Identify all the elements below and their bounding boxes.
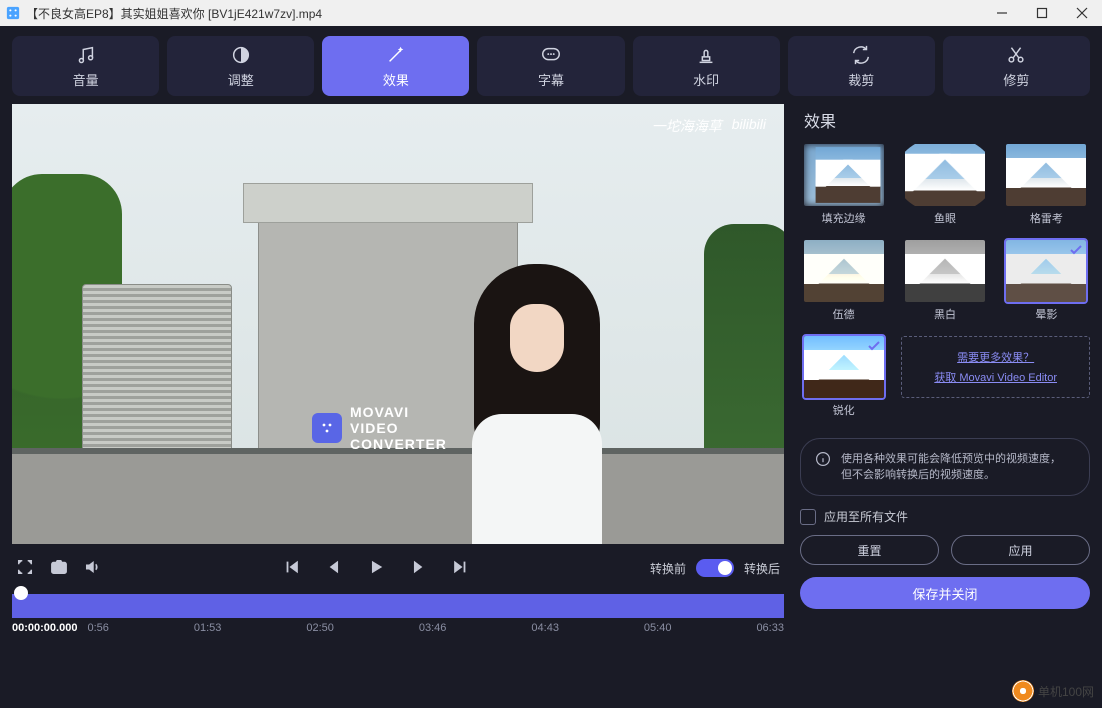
- tab-volume-label: 音量: [73, 70, 99, 89]
- minimize-button[interactable]: [982, 0, 1022, 26]
- video-attribution: 一坨海海草bilibili: [652, 116, 766, 136]
- tab-effects-label: 效果: [383, 70, 409, 89]
- close-button[interactable]: [1062, 0, 1102, 26]
- rotate-crop-icon: [850, 44, 872, 66]
- app-watermark: MOVAVIVIDEOCONVERTER: [312, 404, 447, 452]
- save-close-button[interactable]: 保存并关闭: [800, 577, 1090, 609]
- effects-grid: 填充边缘 鱼眼 格雷考 伍德 黑白 晕影 锐化 需要更多效果？ 获取 Movav…: [800, 144, 1090, 418]
- mute-button[interactable]: [84, 558, 102, 579]
- timeline[interactable]: 00:00:00.000 0:56 01:53 02:50 03:46 04:4…: [12, 590, 784, 634]
- contrast-icon: [230, 44, 252, 66]
- tab-watermark[interactable]: 水印: [633, 36, 780, 96]
- step-forward-button[interactable]: [409, 558, 427, 579]
- step-back-button[interactable]: [325, 558, 343, 579]
- apply-button[interactable]: 应用: [951, 535, 1090, 565]
- effect-greco[interactable]: 格雷考: [1003, 144, 1090, 226]
- before-label: 转换前: [650, 560, 686, 577]
- play-button[interactable]: [367, 558, 385, 579]
- tab-crop-label: 裁剪: [848, 70, 874, 89]
- timeline-track[interactable]: [12, 594, 784, 618]
- panel-title: 效果: [804, 108, 1090, 132]
- scissors-icon: [1005, 44, 1027, 66]
- tab-subtitles-label: 字幕: [538, 70, 564, 89]
- effect-glow[interactable]: 晕影: [1003, 240, 1090, 322]
- tab-subtitles[interactable]: 字幕: [477, 36, 624, 96]
- info-icon: [815, 451, 831, 467]
- timecode: 00:00:00.000: [12, 622, 77, 634]
- tab-crop[interactable]: 裁剪: [788, 36, 935, 96]
- tab-effects[interactable]: 效果: [322, 36, 469, 96]
- after-label: 转换后: [744, 560, 780, 577]
- wand-icon: [385, 44, 407, 66]
- stamp-icon: [695, 44, 717, 66]
- prev-marker-button[interactable]: [283, 558, 301, 579]
- effect-wood[interactable]: 伍德: [800, 240, 887, 322]
- before-after-toggle[interactable]: [696, 559, 734, 577]
- window-title: 【不良女高EP8】其实姐姐喜欢你 [BV1jE421w7zv].mp4: [26, 5, 982, 22]
- more-effects-link2[interactable]: 获取 Movavi Video Editor: [934, 369, 1057, 385]
- app-icon: [6, 6, 20, 20]
- timeline-playhead[interactable]: [14, 586, 28, 600]
- tab-trim[interactable]: 修剪: [943, 36, 1090, 96]
- fullscreen-button[interactable]: [16, 558, 34, 579]
- effect-fisheye[interactable]: 鱼眼: [901, 144, 988, 226]
- effect-fill-edges[interactable]: 填充边缘: [800, 144, 887, 226]
- check-icon: [867, 339, 881, 353]
- tab-adjust-label: 调整: [228, 70, 254, 89]
- reset-button[interactable]: 重置: [800, 535, 939, 565]
- apply-all-checkbox[interactable]: [800, 509, 816, 525]
- maximize-button[interactable]: [1022, 0, 1062, 26]
- tab-watermark-label: 水印: [693, 70, 719, 89]
- tab-volume[interactable]: 音量: [12, 36, 159, 96]
- tab-adjust[interactable]: 调整: [167, 36, 314, 96]
- main-toolbar: 音量 调整 效果 字幕 水印 裁剪 修剪: [0, 26, 1102, 104]
- titlebar: 【不良女高EP8】其实姐姐喜欢你 [BV1jE421w7zv].mp4: [0, 0, 1102, 26]
- more-effects-box[interactable]: 需要更多效果？ 获取 Movavi Video Editor: [901, 336, 1090, 398]
- apply-all-label: 应用至所有文件: [824, 508, 908, 525]
- check-icon: [1069, 243, 1083, 257]
- video-preview: MOVAVIVIDEOCONVERTER 一坨海海草bilibili: [12, 104, 784, 544]
- effect-bw[interactable]: 黑白: [901, 240, 988, 322]
- effect-sharpen[interactable]: 锐化: [800, 336, 887, 418]
- tab-trim-label: 修剪: [1003, 70, 1029, 89]
- snapshot-button[interactable]: [50, 558, 68, 579]
- music-note-icon: [75, 44, 97, 66]
- subtitle-icon: [540, 44, 562, 66]
- timeline-ticks: 0:56 01:53 02:50 03:46 04:43 05:40 06:33: [87, 622, 784, 634]
- notice: 使用各种效果可能会降低预览中的视频速度，但不会影响转换后的视频速度。: [800, 438, 1090, 496]
- disc-icon: [1012, 680, 1034, 702]
- more-effects-link1[interactable]: 需要更多效果？: [957, 349, 1034, 365]
- next-marker-button[interactable]: [451, 558, 469, 579]
- site-watermark: 单机100网: [1012, 680, 1094, 702]
